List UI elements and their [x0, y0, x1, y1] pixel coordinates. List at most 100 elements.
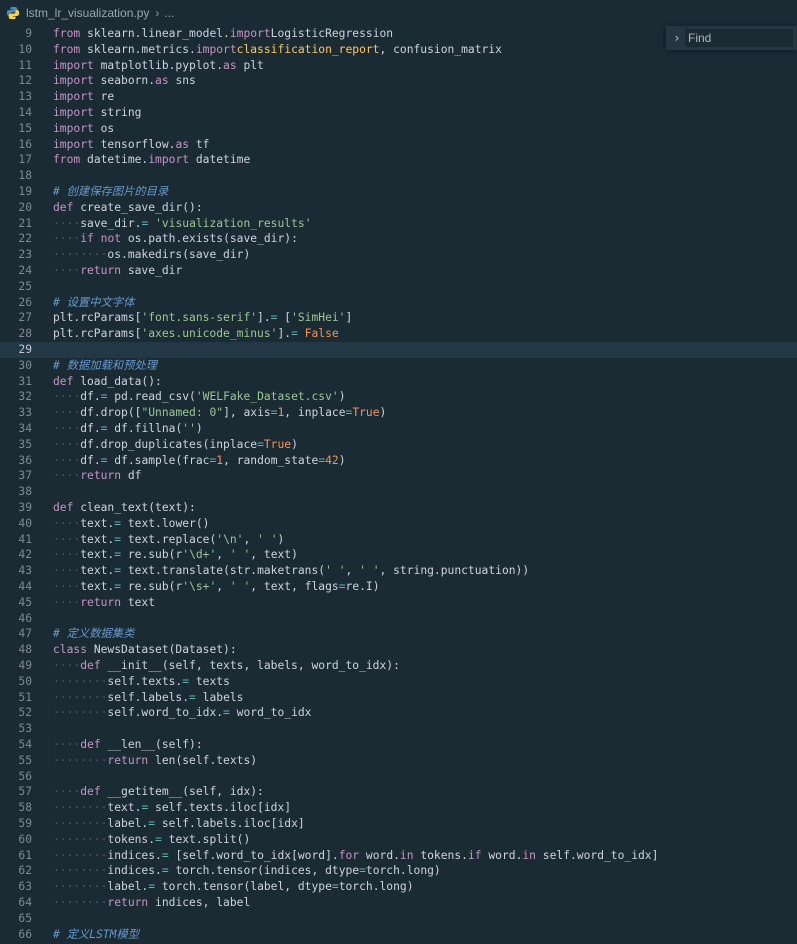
code-line[interactable]: 36 ····df.= df.sample(frac=1, random_stat…: [0, 453, 797, 469]
code-line[interactable]: 46: [0, 611, 797, 627]
line-number: 11: [18, 58, 32, 72]
code-token: from: [53, 27, 81, 40]
code-line[interactable]: 40 ····text.= text.lower(): [0, 516, 797, 532]
code-editor[interactable]: 9 from sklearn.linear_model.importLogisti…: [0, 26, 797, 944]
code-line[interactable]: 49 ····def __init__(self, texts, labels, …: [0, 658, 797, 674]
whitespace-indent: ····: [53, 785, 81, 799]
code-line[interactable]: 26 # 设置中文字体: [0, 295, 797, 311]
code-token: re: [93, 90, 115, 104]
code-line[interactable]: 19 # 创建保存图片的目录: [0, 184, 797, 200]
code-line[interactable]: 44 ····text. = re.sub(r'\s+', ' ', text, f…: [0, 579, 797, 595]
code-text: ········os.makedirs(save_dir): [53, 247, 250, 263]
code-text: ········self.labels.= labels: [53, 690, 243, 706]
line-number: 40: [18, 516, 32, 530]
code-line[interactable]: 23 ········os.makedirs(save_dir): [0, 247, 797, 263]
code-line[interactable]: 47 # 定义数据集类: [0, 626, 797, 642]
code-line[interactable]: 31 def load_data():: [0, 374, 797, 390]
whitespace-indent: ····: [53, 580, 81, 593]
code-line[interactable]: 64 ········return indices, label: [0, 895, 797, 911]
code-line[interactable]: 22 ····if not os.path.exists(save_dir):: [0, 231, 797, 247]
code-token: ' ': [325, 564, 346, 578]
code-line[interactable]: 56: [0, 769, 797, 785]
code-line[interactable]: 65: [0, 911, 797, 927]
code-token: datetime: [189, 153, 251, 167]
code-token: os.makedirs(save_dir): [107, 248, 251, 262]
code-line[interactable]: 42 ····text.= re.sub(r'\d+', ' ', text): [0, 547, 797, 563]
code-token: , string.punctuation)): [379, 564, 530, 578]
breadcrumb-file-name[interactable]: lstm_lr_visualization.py: [26, 6, 149, 20]
code-line[interactable]: 34 ····df.= df.fillna(''): [0, 421, 797, 437]
code-token: , inplace: [284, 406, 346, 420]
line-number: 65: [18, 911, 32, 925]
code-line[interactable]: 27 plt.rcParams['font.sans-serif'].= ['Si…: [0, 310, 797, 326]
code-line[interactable]: 18: [0, 168, 797, 184]
code-line[interactable]: 38: [0, 484, 797, 500]
toggle-replace-chevron-icon[interactable]: ›: [670, 30, 684, 46]
code-line[interactable]: 48 class NewsDataset(Dataset):: [0, 642, 797, 658]
breadcrumb[interactable]: lstm_lr_visualization.py › ...: [6, 4, 174, 22]
code-token: text: [121, 595, 156, 609]
code-text: ····df.drop(["Unnamed: 0"], axis=1, inpl…: [53, 405, 386, 421]
code-line[interactable]: 51 ········self.labels.= labels: [0, 690, 797, 706]
code-line[interactable]: 57 ····def __getitem__(self, idx):: [0, 784, 797, 800]
code-line[interactable]: 25: [0, 279, 797, 295]
code-line[interactable]: 28 plt.rcParams['axes.unicode_minus'].= F…: [0, 326, 797, 342]
code-token: import: [53, 74, 94, 88]
code-line[interactable]: 50 ········self.texts.= texts: [0, 674, 797, 690]
line-number: 26: [18, 295, 32, 309]
code-line[interactable]: 17 from datetime.import datetime: [0, 152, 797, 168]
code-token: def: [53, 200, 74, 214]
code-line[interactable]: 63 ········label. = torch.tensor(label, dt…: [0, 879, 797, 895]
find-input[interactable]: [685, 29, 793, 47]
code-line[interactable]: 62 ········indices.= torch.tensor(indices…: [0, 863, 797, 879]
code-token: =: [291, 327, 298, 341]
code-line[interactable]: 35 ····df.drop_duplicates(inplace=True): [0, 437, 797, 453]
code-line[interactable]: 60 ········tokens.= text.split(): [0, 832, 797, 848]
code-token: import: [53, 106, 94, 119]
code-line[interactable]: 41 ····text.= text.replace('\n', ' '): [0, 532, 797, 548]
code-line[interactable]: 55 ········return len(self.texts): [0, 753, 797, 769]
code-token: True: [263, 437, 292, 451]
code-line[interactable]: 32 ····df.= pd.read_csv('WELFake_Dataset.…: [0, 389, 797, 405]
code-line[interactable]: 53: [0, 721, 797, 737]
whitespace-indent: ········: [53, 706, 108, 720]
code-line[interactable]: 20 def create_save_dir():: [0, 200, 797, 216]
code-line[interactable]: 33 ····df.drop(["Unnamed: 0"], axis=1, in…: [0, 405, 797, 421]
code-line[interactable]: 61 ········indices.= [self.word_to_idx[wo…: [0, 848, 797, 864]
code-line[interactable]: 43 ····text.= text.translate(str.maketran…: [0, 563, 797, 579]
breadcrumb-more[interactable]: ...: [164, 6, 174, 20]
code-line[interactable]: 14 import string: [0, 105, 797, 121]
line-number: 23: [18, 248, 32, 262]
code-line[interactable]: 45 ····return text: [0, 595, 797, 611]
code-token: for: [338, 848, 360, 862]
code-line[interactable]: 24 ····return save_dir: [0, 263, 797, 279]
code-line[interactable]: 39 def clean_text(text):: [0, 500, 797, 516]
code-line[interactable]: 30 # 数据加载和预处理: [0, 358, 797, 374]
code-line[interactable]: 29: [0, 342, 797, 358]
code-line[interactable]: 12 import seaborn.as sns: [0, 73, 797, 89]
line-number: 53: [18, 722, 32, 736]
code-text: ····if not os.path.exists(save_dir):: [53, 231, 298, 247]
code-token: import: [53, 90, 94, 104]
line-number: 58: [18, 801, 32, 815]
code-line[interactable]: 37 ····return df: [0, 468, 797, 484]
code-line[interactable]: 59 ········label.= self.labels.iloc[idx]: [0, 816, 797, 832]
code-token: =: [223, 706, 230, 720]
code-line[interactable]: 21 ····save_dir.= 'visualization_results': [0, 216, 797, 232]
code-line[interactable]: 58 ········text.= self.texts.iloc[idx]: [0, 800, 797, 816]
code-line[interactable]: 15 import os: [0, 121, 797, 137]
code-text: ····def __init__(self, texts, labels, wo…: [53, 658, 400, 674]
code-line[interactable]: 16 import tensorflow.as tf: [0, 137, 797, 153]
code-token: if: [467, 848, 482, 862]
code-text: ········label.= self.labels.iloc[idx]: [53, 816, 305, 832]
code-token: text.: [80, 564, 115, 578]
code-text: ········return len(self.texts): [53, 753, 257, 769]
code-line[interactable]: 52 ········self.word_to_idx.= word_to_idx: [0, 705, 797, 721]
whitespace-indent: ········: [53, 817, 108, 830]
code-text: ····df.= pd.read_csv('WELFake_Dataset.cs…: [53, 389, 346, 405]
code-line[interactable]: 13 import re: [0, 89, 797, 105]
code-line[interactable]: 54 ····def __len__(self):: [0, 737, 797, 753]
code-text: # 定义数据集类: [53, 626, 134, 642]
code-line[interactable]: 66 # 定义LSTM模型: [0, 927, 797, 943]
code-line[interactable]: 11 import matplotlib.pyplot.as plt: [0, 58, 797, 74]
